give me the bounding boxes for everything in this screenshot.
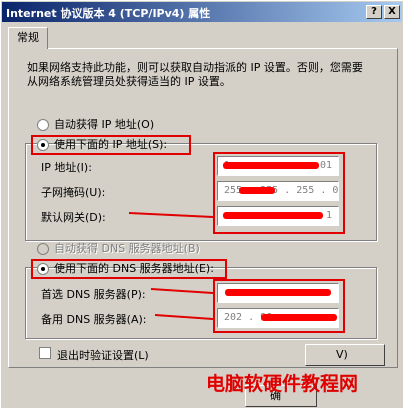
arrow-alternate-dns [154, 314, 214, 320]
dialog-window: Internet 协议版本 4 (TCP/IPv4) 属性 ? X 常规 如果网… [0, 0, 404, 409]
arrow-gateway [128, 212, 214, 218]
annotation-arrows [128, 212, 214, 320]
arrow-preferred-dns [150, 288, 214, 294]
tab-general[interactable]: 常规 [8, 27, 48, 49]
watermark-text: 电脑软硬件教程网 [206, 373, 359, 395]
